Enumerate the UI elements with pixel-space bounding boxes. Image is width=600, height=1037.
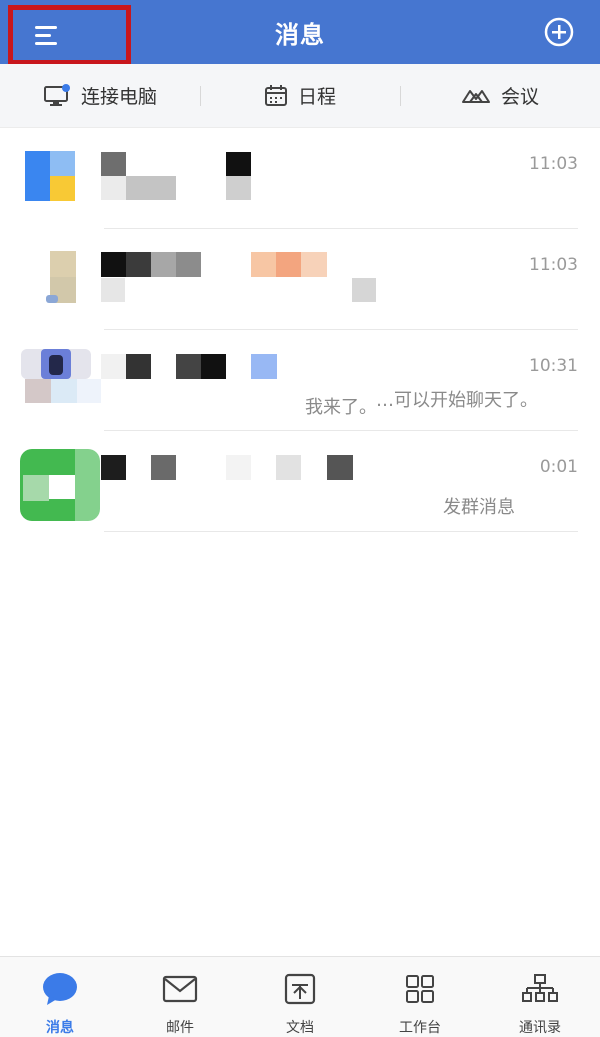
message-time: 11:03 [529,154,578,174]
blurred-name [101,252,327,278]
conversation-item[interactable]: 11:03 [0,128,600,229]
blurred-name [101,150,251,202]
message-time: 10:31 [529,356,578,376]
calendar-icon [264,84,287,106]
meeting-icon [461,89,490,103]
message-time: 11:03 [529,255,578,275]
document-icon [282,972,318,1006]
tab-label: 通讯录 [519,1020,561,1036]
blurred-name [101,455,353,481]
mail-icon [162,972,198,1006]
tab-label: 文档 [286,1020,314,1036]
meeting-button[interactable]: 会议 [400,82,600,109]
conversation-item[interactable]: 发群消息 0:01 [0,431,600,532]
quick-action-bar: 连接电脑 日程 会议 [0,64,600,128]
blurred-block [352,278,376,302]
connect-pc-label: 连接电脑 [80,86,157,108]
message-preview: 发群消息 [443,497,515,518]
avatar [25,151,75,201]
tab-workbench[interactable]: 工作台 [360,957,480,1037]
grid-icon [402,972,438,1006]
connect-pc-button[interactable]: 连接电脑 [0,82,200,109]
bottom-tab-bar: 消息 邮件 文档 工作台 通讯录 [0,956,600,1037]
conversation-item[interactable]: …可以开始聊天了。 11:03 [0,229,600,411]
tab-docs[interactable]: 文档 [240,957,360,1037]
tab-label: 消息 [46,1020,74,1036]
avatar [46,251,76,303]
avatar [20,449,102,523]
tab-contacts[interactable]: 通讯录 [480,957,600,1037]
chat-bubble-icon [42,972,78,1006]
org-chart-icon [522,972,558,1006]
conversation-item[interactable]: 我来了。 10:31 [0,330,600,431]
tab-label: 工作台 [399,1020,441,1036]
tab-messages[interactable]: 消息 [0,957,120,1037]
page-title: 消息 [275,20,325,49]
message-list: 11:03 …可以开始聊天了。 11:03 我来了。 10:31 发群消息 0:… [0,128,600,532]
message-time: 0:01 [539,457,578,477]
avatar [21,349,101,405]
schedule-label: 日程 [297,86,336,108]
schedule-button[interactable]: 日程 [200,82,400,109]
tab-mail[interactable]: 邮件 [120,957,240,1037]
add-button[interactable] [544,17,574,47]
blurred-block [101,278,125,302]
tab-label: 邮件 [166,1020,194,1036]
app-header: 消息 [0,0,600,65]
plus-circle-icon [544,17,574,47]
message-preview: 我来了。 [305,397,377,418]
blurred-name [101,354,277,380]
menu-icon [35,26,57,45]
menu-button[interactable] [8,5,131,65]
monitor-icon [43,83,70,106]
meeting-label: 会议 [500,86,539,108]
